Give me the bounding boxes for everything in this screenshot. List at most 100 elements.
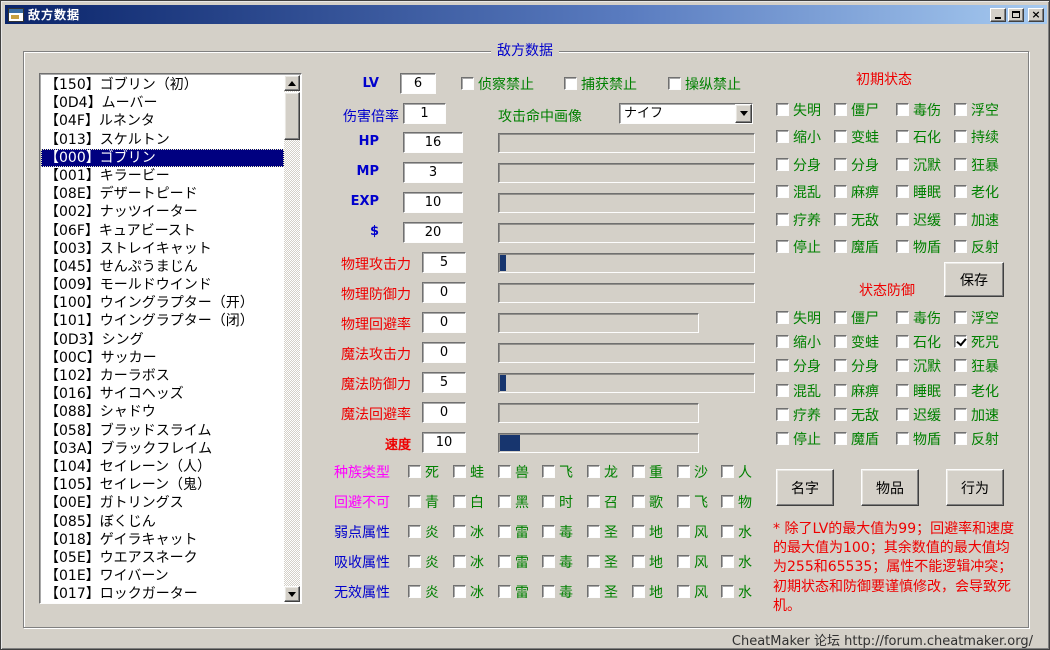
stat-bar[interactable]	[498, 433, 699, 453]
initial-status-checkbox[interactable]	[834, 103, 847, 116]
enemy-list-item[interactable]: 【003】ストレイキャット	[41, 240, 284, 258]
attack-image-combobox[interactable]: ナイフ	[619, 103, 753, 124]
stat-input[interactable]: 5	[422, 372, 466, 393]
initial-status-checkbox[interactable]	[896, 213, 909, 226]
attr-checkbox[interactable]	[587, 465, 600, 478]
enemy-list-item[interactable]: 【00C】サッカー	[41, 349, 284, 367]
initial-status-checkbox[interactable]	[896, 158, 909, 171]
enemy-list-item[interactable]: 【0D4】ムーバー	[41, 94, 284, 112]
lv-input[interactable]: 6	[400, 73, 436, 94]
initial-status-checkbox[interactable]	[834, 130, 847, 143]
status-defense-checkbox[interactable]	[954, 311, 967, 324]
attr-checkbox[interactable]	[453, 465, 466, 478]
attr-checkbox[interactable]	[632, 585, 645, 598]
stat-input[interactable]: 5	[422, 252, 466, 273]
attr-checkbox[interactable]	[677, 555, 690, 568]
attr-checkbox[interactable]	[587, 525, 600, 538]
enemy-list-item[interactable]: 【05E】ウエアスネーク	[41, 549, 284, 567]
minimize-button[interactable]	[990, 8, 1006, 22]
stat-bar[interactable]	[498, 163, 755, 183]
attr-checkbox[interactable]	[632, 525, 645, 538]
enemy-list-item[interactable]: 【085】ぼくじん	[41, 513, 284, 531]
attr-checkbox[interactable]	[721, 585, 734, 598]
status-defense-checkbox[interactable]	[776, 335, 789, 348]
status-defense-checkbox[interactable]	[834, 408, 847, 421]
stat-input[interactable]: 10	[422, 432, 466, 453]
combobox-dropdown-button[interactable]	[735, 104, 752, 123]
stat-bar[interactable]	[498, 193, 755, 213]
enemy-list-item[interactable]: 【013】スケルトン	[41, 131, 284, 149]
scroll-thumb[interactable]	[284, 92, 300, 140]
status-defense-checkbox[interactable]	[896, 384, 909, 397]
stat-bar[interactable]	[498, 313, 699, 333]
enemy-list-item[interactable]: 【03A】ブラックフレイム	[41, 440, 284, 458]
stat-bar[interactable]	[498, 283, 755, 303]
attr-checkbox[interactable]	[721, 555, 734, 568]
attr-checkbox[interactable]	[408, 525, 421, 538]
attr-checkbox[interactable]	[408, 465, 421, 478]
attr-checkbox[interactable]	[453, 555, 466, 568]
enemy-list-item[interactable]: 【0D3】シング	[41, 331, 284, 349]
flag-checkbox-0[interactable]	[461, 77, 474, 90]
initial-status-checkbox[interactable]	[954, 240, 967, 253]
maximize-button[interactable]	[1008, 8, 1024, 22]
enemy-list-item[interactable]: 【045】せんぷうまじん	[41, 258, 284, 276]
initial-status-checkbox[interactable]	[776, 185, 789, 198]
enemy-list-item[interactable]: 【150】ゴブリン（初）	[41, 76, 284, 94]
initial-status-checkbox[interactable]	[776, 158, 789, 171]
initial-status-checkbox[interactable]	[954, 213, 967, 226]
status-defense-checkbox[interactable]	[954, 408, 967, 421]
initial-status-checkbox[interactable]	[834, 185, 847, 198]
attr-checkbox[interactable]	[453, 495, 466, 508]
enemy-list-item[interactable]: 【04F】ルネンタ	[41, 112, 284, 130]
enemy-list-item[interactable]: 【000】ゴブリン	[41, 149, 284, 167]
initial-status-checkbox[interactable]	[834, 240, 847, 253]
stat-bar[interactable]	[498, 343, 755, 363]
attr-checkbox[interactable]	[721, 495, 734, 508]
status-defense-checkbox[interactable]	[776, 359, 789, 372]
initial-status-checkbox[interactable]	[776, 213, 789, 226]
initial-status-checkbox[interactable]	[954, 158, 967, 171]
initial-status-checkbox[interactable]	[954, 130, 967, 143]
attr-checkbox[interactable]	[498, 555, 511, 568]
stat-input[interactable]: 20	[403, 222, 463, 243]
status-defense-checkbox[interactable]	[834, 359, 847, 372]
attr-checkbox[interactable]	[408, 585, 421, 598]
enemy-list-item[interactable]: 【002】ナッツイーター	[41, 203, 284, 221]
enemy-list[interactable]: 【150】ゴブリン（初）【0D4】ムーバー【04F】ルネンタ【013】スケルトン…	[39, 73, 302, 604]
initial-status-checkbox[interactable]	[834, 158, 847, 171]
stat-bar[interactable]	[498, 253, 755, 273]
attr-checkbox[interactable]	[587, 495, 600, 508]
attr-checkbox[interactable]	[677, 495, 690, 508]
stat-input[interactable]: 16	[403, 132, 463, 153]
enemy-list-item[interactable]: 【018】ゲイラキャット	[41, 531, 284, 549]
attr-checkbox[interactable]	[498, 465, 511, 478]
stat-input[interactable]: 10	[403, 192, 463, 213]
status-defense-checkbox[interactable]	[776, 432, 789, 445]
status-defense-checkbox[interactable]	[834, 311, 847, 324]
initial-status-checkbox[interactable]	[954, 103, 967, 116]
enemy-list-item[interactable]: 【06F】キュアビースト	[41, 222, 284, 240]
attr-checkbox[interactable]	[408, 555, 421, 568]
attr-checkbox[interactable]	[677, 585, 690, 598]
attr-checkbox[interactable]	[542, 525, 555, 538]
initial-status-checkbox[interactable]	[896, 130, 909, 143]
status-defense-checkbox[interactable]	[776, 408, 789, 421]
attr-checkbox[interactable]	[632, 465, 645, 478]
stat-input[interactable]: 0	[422, 312, 466, 333]
status-defense-checkbox[interactable]	[896, 408, 909, 421]
initial-status-checkbox[interactable]	[954, 185, 967, 198]
status-defense-checkbox[interactable]	[896, 335, 909, 348]
enemy-list-item[interactable]: 【00E】ガトリングス	[41, 494, 284, 512]
enemy-list-item[interactable]: 【101】ウイングラプター（闭）	[41, 312, 284, 330]
close-button[interactable]: ×	[1028, 8, 1044, 22]
initial-status-checkbox[interactable]	[834, 213, 847, 226]
status-defense-checkbox[interactable]	[834, 335, 847, 348]
stat-input[interactable]: 0	[422, 402, 466, 423]
attr-checkbox[interactable]	[721, 465, 734, 478]
stat-bar[interactable]	[498, 403, 699, 423]
status-defense-checkbox[interactable]	[834, 384, 847, 397]
attr-checkbox[interactable]	[721, 525, 734, 538]
stat-bar[interactable]	[498, 373, 755, 393]
status-defense-checkbox[interactable]	[954, 335, 967, 348]
